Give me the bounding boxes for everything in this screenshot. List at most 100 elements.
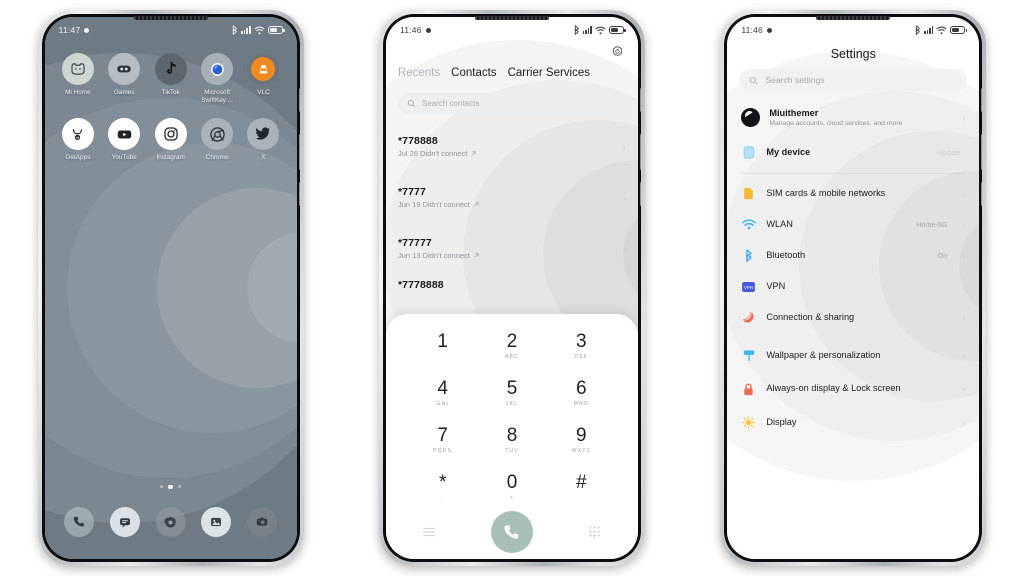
dialpad-key-5[interactable]: 5 JKL: [477, 373, 546, 413]
hamburger-menu-button[interactable]: [420, 527, 438, 537]
volume-down-button[interactable]: [639, 182, 641, 206]
call-list-item[interactable]: *7777 Jun 19 Didn't connect ›: [386, 172, 638, 223]
volume-up-button[interactable]: [298, 88, 300, 112]
tab-carrier-services[interactable]: Carrier Services: [508, 67, 590, 79]
app-instagram[interactable]: Instagram: [147, 118, 193, 162]
dialpad-key-9[interactable]: 9 WXYZ: [547, 420, 616, 460]
chevron-right-icon: ›: [962, 312, 966, 323]
app-games[interactable]: Games: [101, 53, 147, 105]
dialpad-key-star[interactable]: *,: [408, 467, 477, 507]
dialpad-key-hash[interactable]: #: [547, 467, 616, 507]
search-icon: [750, 76, 758, 84]
settings-gear-icon: [163, 516, 177, 528]
app-tiktok[interactable]: TikTok: [147, 53, 193, 105]
dialpad-key-7[interactable]: 7 PQRS: [408, 420, 477, 460]
call-detail: Jul 26 Didn't connect: [398, 149, 623, 158]
bluetooth-icon: [574, 25, 579, 35]
settings-item-label: My device: [766, 146, 811, 157]
chevron-right-icon: ›: [962, 281, 966, 292]
app-vlc[interactable]: VLC: [240, 53, 286, 105]
dock-settings-button[interactable]: [155, 507, 186, 537]
page-dot-active[interactable]: [168, 484, 173, 489]
tab-recents[interactable]: Recents: [398, 67, 440, 79]
dialer-settings-button[interactable]: [611, 45, 624, 63]
settings-item-bluetooth[interactable]: Bluetooth On ›: [727, 240, 979, 271]
settings-item-label: Bluetooth: [766, 249, 806, 260]
settings-item-value: On: [937, 251, 948, 260]
volume-down-button[interactable]: [298, 182, 300, 206]
chevron-right-icon: ›: [962, 417, 966, 428]
settings-item-value: Update: [937, 148, 961, 157]
dialpad-key-1[interactable]: 1: [408, 326, 477, 366]
signal-icon: [241, 26, 251, 34]
call-detail: Jun 19 Didn't connect: [398, 200, 623, 209]
phone-home-screen: 11:47 Mi Home Games TikTok Microsoft Swi…: [37, 10, 304, 566]
call-list-item[interactable]: *77777 Jun 13 Didn't connect ›: [386, 223, 638, 274]
call-list-item[interactable]: *778888 Jul 26 Didn't connect ›: [386, 121, 638, 172]
dialpad-toggle-button[interactable]: [586, 525, 604, 539]
vpn-icon: VPN: [741, 279, 756, 294]
account-row[interactable]: Miuithemer Manage accounts, cloud servic…: [727, 101, 979, 136]
call-detail: Jun 13 Didn't connect: [398, 251, 623, 260]
chrome-icon: [209, 126, 225, 142]
volume-down-button[interactable]: [981, 182, 983, 206]
page-dot[interactable]: [159, 484, 164, 488]
dialpad-grid: 1 2 ABC 3 DEF 4 GHI 5 JKL 6 MNO 7 PQRS 8 TUV 9W…: [408, 326, 616, 507]
make-call-button[interactable]: [490, 511, 533, 553]
bluetooth-icon: [915, 25, 920, 35]
settings-item-always-on-display[interactable]: Always-on display & Lock screen ›: [727, 371, 979, 407]
settings-item-vpn[interactable]: VPN VPN ›: [727, 271, 979, 302]
svg-text:mi: mi: [76, 135, 80, 139]
call-icon: [505, 524, 519, 539]
app-youtube[interactable]: YouTube: [101, 118, 147, 162]
settings-item-connection-sharing[interactable]: Connection & sharing ›: [727, 302, 979, 333]
app-getapps[interactable]: mi GetApps: [55, 118, 101, 162]
app-grid: Mi Home Games TikTok Microsoft SwiftKey …: [45, 53, 297, 169]
app-chrome[interactable]: Chrome: [194, 118, 240, 162]
dialpad-key-3[interactable]: 3 DEF: [547, 326, 616, 366]
settings-item-label: VPN: [766, 280, 786, 291]
chevron-right-icon: ›: [962, 219, 966, 230]
dialpad-key-8[interactable]: 8 TUV: [477, 420, 546, 460]
dock-gallery-button[interactable]: [201, 507, 232, 537]
page-dot[interactable]: [177, 484, 182, 488]
dock-camera-button[interactable]: [246, 507, 277, 537]
power-button[interactable]: [639, 134, 641, 170]
app-label: VLC: [257, 89, 270, 96]
app-microsoft-swiftkey[interactable]: Microsoft SwiftKey ...: [194, 53, 240, 105]
call-list-item[interactable]: *7778888: [386, 274, 638, 296]
dock: [45, 507, 297, 537]
settings-item-label: Connection & sharing: [766, 311, 855, 322]
search-settings-input[interactable]: Search settings: [739, 69, 968, 91]
search-icon: [407, 99, 416, 108]
dialpad-key-2[interactable]: 2 ABC: [477, 326, 546, 366]
settings-item-sim-cards[interactable]: SIM cards & mobile networks ›: [727, 178, 979, 209]
tab-contacts[interactable]: Contacts: [451, 67, 496, 79]
chevron-right-icon: ›: [962, 384, 966, 394]
app-label: YouTube: [111, 154, 137, 161]
dialpad-key-0[interactable]: 0 +: [477, 467, 546, 507]
settings-item-label: WLAN: [766, 218, 793, 229]
settings-item-my-device[interactable]: My device Update: [727, 136, 979, 169]
settings-item-label: Always-on display & Lock screen: [766, 383, 901, 394]
power-button[interactable]: [298, 134, 300, 170]
app-mi-home[interactable]: Mi Home: [55, 53, 101, 105]
avatar: [741, 108, 761, 127]
app-x-twitter[interactable]: X: [240, 118, 286, 162]
volume-up-button[interactable]: [639, 88, 641, 112]
settings-item-wlan[interactable]: WLAN Home-5G ›: [727, 209, 979, 240]
volume-up-button[interactable]: [981, 88, 983, 112]
status-time: 11:46: [741, 25, 763, 35]
settings-item-display[interactable]: Display ›: [727, 407, 979, 438]
dialpad-key-4[interactable]: 4 GHI: [408, 373, 477, 413]
gallery-icon: [211, 517, 222, 527]
search-contacts-input[interactable]: Search contacts: [397, 93, 626, 114]
settings-item-wallpaper[interactable]: Wallpaper & personalization ›: [727, 340, 979, 371]
dock-phone-button[interactable]: [64, 507, 95, 537]
device-icon: [741, 145, 756, 160]
search-placeholder: Search contacts: [421, 99, 480, 108]
dock-messages-button[interactable]: [110, 507, 141, 537]
power-button[interactable]: [981, 134, 983, 170]
app-label: X: [261, 154, 266, 161]
dialpad-key-6[interactable]: 6 MNO: [547, 373, 616, 413]
